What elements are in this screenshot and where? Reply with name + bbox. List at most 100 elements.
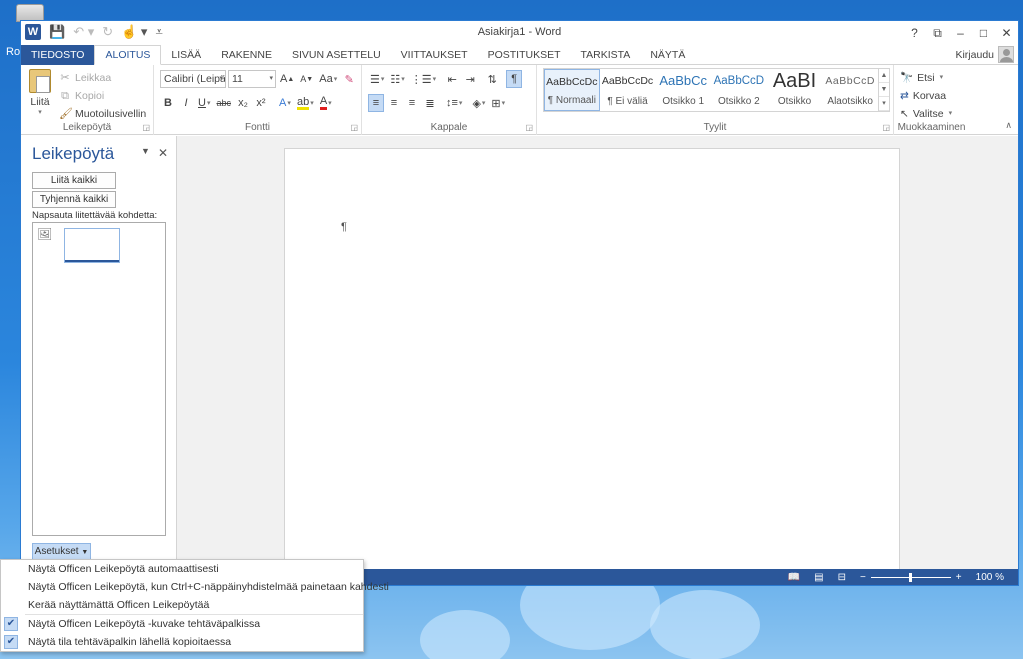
- styles-gallery-scroll[interactable]: ▲ ▼ ▾: [879, 68, 890, 112]
- zoom-thumb[interactable]: [908, 572, 912, 582]
- numbering-button[interactable]: ☷ ▾: [388, 70, 406, 88]
- align-left-button[interactable]: ≡: [368, 94, 384, 112]
- minimize-button[interactable]: –: [949, 21, 972, 45]
- menu-item-show-taskbar-icon[interactable]: ✔ Näytä Officen Leikepöytä -kuvake tehtä…: [1, 615, 363, 633]
- bullets-button[interactable]: ☰ ▾: [368, 70, 386, 88]
- style-heading-1[interactable]: AaBbCc Otsikko 1: [655, 69, 711, 111]
- grow-font-button[interactable]: A ▲: [278, 70, 296, 88]
- tab-home[interactable]: ALOITUS: [94, 45, 162, 65]
- menu-item-show-automatically[interactable]: Näytä Officen Leikepöytä automaattisesti: [1, 560, 363, 578]
- maximize-button[interactable]: □: [972, 21, 995, 45]
- tab-review[interactable]: TARKISTA: [571, 45, 641, 65]
- italic-button[interactable]: I: [178, 94, 194, 112]
- superscript-button[interactable]: x²: [253, 94, 269, 112]
- dialog-launcher-icon[interactable]: ◲: [525, 123, 533, 132]
- document-page[interactable]: ¶: [284, 148, 900, 578]
- sort-button[interactable]: ⇅: [484, 70, 500, 88]
- tab-design[interactable]: RAKENNE: [211, 45, 282, 65]
- align-right-button[interactable]: ≡: [404, 94, 420, 112]
- options-button[interactable]: Asetukset ▼: [32, 543, 91, 560]
- menu-item-show-on-ctrl-c-twice[interactable]: Näytä Officen Leikepöytä, kun Ctrl+C-näp…: [1, 578, 389, 596]
- menu-item-show-status-near-taskbar[interactable]: ✔ Näytä tila tehtäväpalkin lähellä kopio…: [1, 633, 363, 651]
- subscript-button[interactable]: x₂: [235, 94, 251, 112]
- style-sample: AaBbCcD: [713, 75, 765, 87]
- group-paragraph: ☰ ▾ ☷ ▾ ⋮☰ ▾ ⇤ ⇥ ⇅ ¶ ≡ ≡ ≡ ≣ ↕≡ ▾ ◈ ▾ ⊞ ▾ Kapp…: [362, 65, 537, 135]
- sign-in[interactable]: Kirjaudu: [955, 46, 1014, 63]
- pane-options-icon[interactable]: ▼: [141, 146, 150, 160]
- zoom-track[interactable]: [870, 572, 951, 582]
- line-spacing-button[interactable]: ↕≡ ▾: [444, 94, 464, 112]
- text-effects-button[interactable]: A ▾: [277, 94, 293, 112]
- justify-button[interactable]: ≣: [422, 94, 438, 112]
- shrink-font-button[interactable]: A ▼: [298, 70, 315, 88]
- bold-button[interactable]: B: [160, 94, 176, 112]
- find-button[interactable]: 🔭 Etsi ▾: [900, 69, 952, 87]
- find-label: Etsi: [917, 72, 935, 84]
- window-title: Asiakirja1 - Word: [477, 26, 562, 38]
- dialog-launcher-icon[interactable]: ◲: [350, 123, 358, 132]
- close-button[interactable]: ✕: [995, 21, 1018, 45]
- tab-insert[interactable]: LISÄÄ: [161, 45, 211, 65]
- zoom-in-icon[interactable]: +: [956, 572, 962, 583]
- menu-item-collect-without-showing[interactable]: Kerää näyttämättä Officen Leikepöytää: [1, 596, 363, 614]
- style-title[interactable]: AaBI Otsikko: [767, 69, 823, 111]
- style-heading-2[interactable]: AaBbCcD Otsikko 2: [711, 69, 767, 111]
- zoom-slider[interactable]: − +: [860, 572, 962, 583]
- avatar-icon[interactable]: [998, 46, 1014, 63]
- print-layout-icon[interactable]: ▤: [814, 572, 823, 583]
- zoom-level[interactable]: 100 %: [976, 572, 1004, 583]
- tab-view[interactable]: NÄYTÄ: [640, 45, 695, 65]
- paste-button[interactable]: Liitä ▾: [27, 69, 53, 116]
- borders-button[interactable]: ⊞ ▾: [489, 94, 507, 112]
- clear-formatting-button[interactable]: ✎: [341, 70, 357, 88]
- web-layout-icon[interactable]: ⊟: [838, 572, 846, 583]
- checkmark-icon: ✔: [4, 617, 18, 631]
- close-icon[interactable]: ✕: [158, 146, 168, 160]
- paste-all-button[interactable]: Liitä kaikki: [32, 172, 116, 189]
- dialog-launcher-icon[interactable]: ◲: [142, 123, 150, 132]
- style-normal[interactable]: AaBbCcDc ¶ Normaali: [544, 69, 600, 111]
- replace-button[interactable]: ⇄ Korvaa: [900, 87, 952, 105]
- tab-mailings[interactable]: POSTITUKSET: [478, 45, 571, 65]
- dialog-launcher-icon[interactable]: ◲: [882, 123, 890, 132]
- decrease-indent-button[interactable]: ⇤: [444, 70, 460, 88]
- style-subtitle[interactable]: AaBbCcD Alaotsikko: [822, 69, 878, 111]
- style-no-spacing[interactable]: AaBbCcDc ¶ Ei väliä: [600, 69, 656, 111]
- help-button[interactable]: ?: [903, 21, 926, 45]
- strikethrough-button[interactable]: abc: [214, 94, 233, 112]
- format-painter-button[interactable]: 🖌 Muotoilusivellin: [59, 105, 146, 123]
- shading-button[interactable]: ◈ ▾: [470, 94, 487, 112]
- collapse-ribbon-icon[interactable]: ∧: [1005, 120, 1012, 131]
- font-color-button[interactable]: A ▾: [318, 94, 334, 112]
- zoom-out-icon[interactable]: −: [860, 572, 866, 583]
- sign-in-label[interactable]: Kirjaudu: [955, 49, 994, 61]
- group-font: Calibri (Leipä ▾ 11 ▾ A ▲ A ▼ Aa ▾ ✎ B I U ▾ a…: [154, 65, 362, 135]
- increase-indent-button[interactable]: ⇥: [462, 70, 478, 88]
- font-name-combo[interactable]: Calibri (Leipä ▾: [160, 70, 226, 88]
- scroll-up-icon[interactable]: ▲: [879, 69, 889, 83]
- align-center-button[interactable]: ≡: [386, 94, 402, 112]
- show-formatting-button[interactable]: ¶: [506, 70, 523, 88]
- scroll-down-icon[interactable]: ▼: [879, 83, 889, 97]
- underline-button[interactable]: U ▾: [196, 94, 212, 112]
- tab-page-layout[interactable]: SIVUN ASETTELU: [282, 45, 391, 65]
- clipboard-item-thumbnail[interactable]: [64, 228, 120, 263]
- read-mode-icon[interactable]: 📖: [788, 572, 800, 583]
- change-case-button[interactable]: Aa ▾: [317, 70, 339, 88]
- copy-button[interactable]: ⧉ Kopioi: [59, 87, 146, 105]
- group-label-paragraph: Kappale: [430, 122, 468, 133]
- select-button[interactable]: ↖ Valitse ▾: [900, 105, 952, 123]
- copy-label: Kopioi: [75, 90, 105, 102]
- more-styles-icon[interactable]: ▾: [879, 97, 889, 111]
- style-name: Otsikko: [777, 96, 812, 107]
- clear-all-button[interactable]: Tyhjennä kaikki: [32, 191, 116, 208]
- font-size-combo[interactable]: 11 ▾: [228, 70, 276, 88]
- tab-references[interactable]: VIITTAUKSET: [391, 45, 478, 65]
- ribbon-display-options-button[interactable]: ⧉: [926, 21, 949, 45]
- multilevel-list-button[interactable]: ⋮☰ ▾: [409, 70, 438, 88]
- tab-file[interactable]: TIEDOSTO: [21, 45, 95, 65]
- group-label-editing: Muokkaaminen: [897, 122, 966, 133]
- group-clipboard: Liitä ▾ ✂ Leikkaa ⧉ Kopioi 🖌 Muotoilusiv…: [21, 65, 154, 135]
- highlight-button[interactable]: ab ▾: [295, 94, 316, 112]
- cut-button[interactable]: ✂ Leikkaa: [59, 69, 146, 87]
